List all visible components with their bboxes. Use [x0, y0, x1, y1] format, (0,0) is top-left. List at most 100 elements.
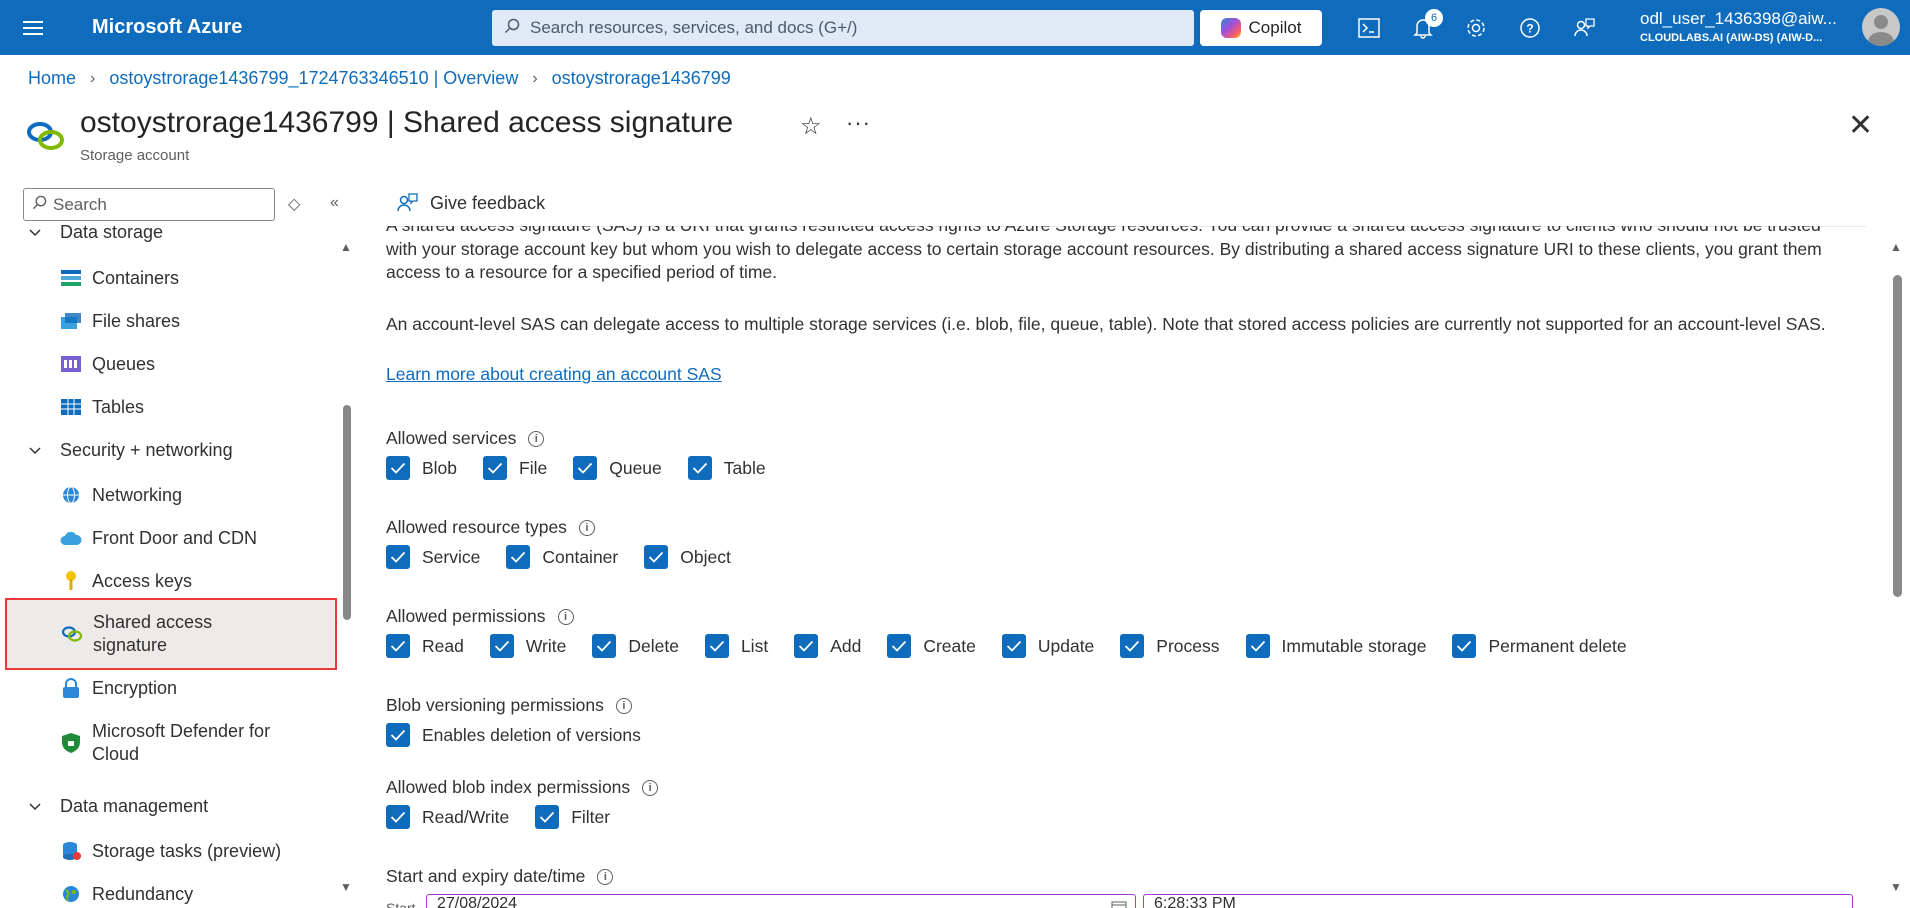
chevron-right-icon: › — [532, 69, 538, 87]
global-search-placeholder: Search resources, services, and docs (G+… — [530, 18, 858, 37]
sidebar-search-input[interactable]: Search — [23, 188, 275, 221]
sidebar-group-data-storage[interactable]: Data storage — [28, 222, 163, 243]
avatar[interactable] — [1862, 8, 1900, 46]
checkbox-enables-deletion-of-versions[interactable]: Enables deletion of versions — [386, 723, 641, 747]
global-search-input[interactable]: Search resources, services, and docs (G+… — [492, 10, 1194, 46]
cloud-shell-icon[interactable] — [1352, 11, 1386, 45]
checkbox-list[interactable]: List — [704, 634, 768, 658]
sidebar-item-label: Access keys — [92, 570, 193, 591]
section-label-text: Allowed services — [386, 428, 517, 448]
containers-icon — [60, 267, 82, 289]
checkbox-label: File — [519, 457, 548, 478]
checkbox-write[interactable]: Write — [489, 634, 567, 658]
give-feedback-label: Give feedback — [430, 192, 546, 213]
help-icon[interactable]: ? — [1513, 11, 1547, 45]
breadcrumb-storage-account[interactable]: ostoystrorage1436799 — [552, 68, 731, 89]
checkbox-permanent-delete[interactable]: Permanent delete — [1452, 634, 1627, 658]
settings-gear-icon[interactable] — [1459, 11, 1493, 45]
start-date-input[interactable]: 27/08/2024 — [426, 894, 1136, 908]
checkbox-process[interactable]: Process — [1120, 634, 1220, 658]
breadcrumb-overview[interactable]: ostoystrorage1436799_1724763346510 | Ove… — [109, 68, 518, 89]
checkbox-read-write[interactable]: Read/Write — [386, 805, 509, 829]
checkbox-delete[interactable]: Delete — [592, 634, 679, 658]
feedback-person-icon — [397, 193, 418, 212]
sidebar-item-file-shares[interactable]: File shares — [60, 310, 180, 332]
content-scroll-down-icon[interactable]: ▼ — [1890, 880, 1902, 894]
collapse-sidebar-icon[interactable]: « — [330, 194, 339, 212]
checkmark-icon — [535, 805, 560, 829]
checkbox-filter[interactable]: Filter — [535, 805, 610, 829]
sidebar-item-shared-access-signature[interactable]: Shared access signature — [5, 598, 337, 670]
checkbox-label: Delete — [628, 635, 679, 656]
sidebar-item-storage-tasks[interactable]: Storage tasks (preview) — [60, 840, 281, 862]
breadcrumb-home[interactable]: Home — [28, 68, 76, 89]
search-icon — [504, 18, 520, 39]
info-icon[interactable]: i — [528, 430, 545, 447]
info-icon[interactable]: i — [557, 608, 574, 625]
sidebar-item-tables[interactable]: Tables — [60, 396, 144, 418]
sidebar-item-microsoft-defender[interactable]: Microsoft Defender for Cloud — [60, 720, 292, 766]
sidebar-scroll-up-icon[interactable]: ▲ — [340, 240, 352, 254]
chevron-down-icon — [29, 802, 41, 810]
portal-menu-button[interactable] — [0, 0, 66, 55]
checkbox-read[interactable]: Read — [386, 634, 464, 658]
calendar-icon[interactable] — [1111, 899, 1127, 908]
sidebar-item-label: Microsoft Defender for Cloud — [92, 721, 271, 764]
info-icon[interactable]: i — [615, 697, 632, 714]
checkbox-immutable-storage[interactable]: Immutable storage — [1245, 634, 1426, 658]
more-options-icon[interactable]: ··· — [846, 110, 871, 136]
copilot-button[interactable]: Copilot — [1200, 10, 1322, 46]
sidebar-scrollbar-thumb[interactable] — [343, 405, 351, 620]
account-menu[interactable]: odl_user_1436398@aiw... CLOUDLABS.AI (AI… — [1640, 9, 1837, 44]
sidebar-item-redundancy[interactable]: Redundancy — [60, 883, 193, 905]
checkbox-container[interactable]: Container — [506, 545, 618, 569]
blob-index-permissions-label: Allowed blob index permissions i — [386, 777, 659, 798]
feedback-person-icon[interactable] — [1567, 11, 1601, 45]
sidebar-item-queues[interactable]: Queues — [60, 353, 155, 375]
notifications-bell-icon[interactable]: 6 — [1406, 9, 1443, 45]
expand-collapse-icon[interactable]: ◇ — [288, 194, 300, 214]
info-icon[interactable]: i — [578, 519, 595, 536]
sidebar-group-security-networking[interactable]: Security + networking — [28, 440, 233, 461]
checkbox-label: Process — [1156, 635, 1220, 656]
content-scrollbar-thumb[interactable] — [1893, 275, 1902, 597]
content-scroll-up-icon[interactable]: ▲ — [1890, 240, 1902, 254]
sidebar-item-networking[interactable]: Networking — [60, 484, 182, 506]
sas-description: A shared access signature (SAS) is a URI… — [386, 226, 1822, 282]
checkbox-label: Permanent delete — [1488, 635, 1627, 656]
brand-name[interactable]: Microsoft Azure — [92, 16, 492, 39]
checkbox-label: Object — [680, 546, 731, 567]
close-icon[interactable]: ✕ — [1848, 108, 1873, 143]
svg-text:?: ? — [1526, 22, 1533, 36]
blob-versioning-group: Enables deletion of versions — [386, 723, 667, 747]
give-feedback-button[interactable]: Give feedback — [396, 192, 545, 214]
sidebar-item-access-keys[interactable]: Access keys — [60, 570, 192, 592]
sidebar-item-front-door-cdn[interactable]: Front Door and CDN — [60, 527, 257, 549]
chevron-down-icon — [29, 228, 41, 236]
learn-more-link[interactable]: Learn more about creating an account SAS — [386, 364, 722, 385]
info-icon[interactable]: i — [597, 868, 614, 885]
sidebar-item-containers[interactable]: Containers — [60, 267, 179, 289]
checkbox-queue[interactable]: Queue — [573, 456, 662, 480]
checkbox-blob[interactable]: Blob — [386, 456, 457, 480]
checkbox-table[interactable]: Table — [687, 456, 766, 480]
start-time-input[interactable]: 6:28:33 PM — [1143, 894, 1853, 908]
checkbox-file[interactable]: File — [483, 456, 547, 480]
checkbox-add[interactable]: Add — [794, 634, 861, 658]
favorite-star-icon[interactable]: ☆ — [800, 112, 822, 141]
allowed-permissions-label: Allowed permissions i — [386, 606, 574, 627]
checkbox-create[interactable]: Create — [887, 634, 976, 658]
info-icon[interactable]: i — [642, 779, 659, 796]
sidebar-item-encryption[interactable]: Encryption — [60, 677, 177, 699]
sidebar-group-data-management[interactable]: Data management — [28, 796, 208, 817]
allowed-resource-types-group: Service Container Object — [386, 545, 757, 569]
checkbox-label: Enables deletion of versions — [422, 724, 641, 745]
checkbox-label: Update — [1037, 635, 1095, 656]
account-sas-description: An account-level SAS can delegate access… — [386, 314, 1826, 334]
checkbox-object[interactable]: Object — [644, 545, 731, 569]
sidebar-scroll-down-icon[interactable]: ▼ — [340, 880, 352, 894]
checkbox-label: Write — [525, 635, 567, 656]
checkbox-update[interactable]: Update — [1001, 634, 1095, 658]
sidebar-item-label: Encryption — [92, 677, 178, 698]
checkbox-service[interactable]: Service — [386, 545, 480, 569]
